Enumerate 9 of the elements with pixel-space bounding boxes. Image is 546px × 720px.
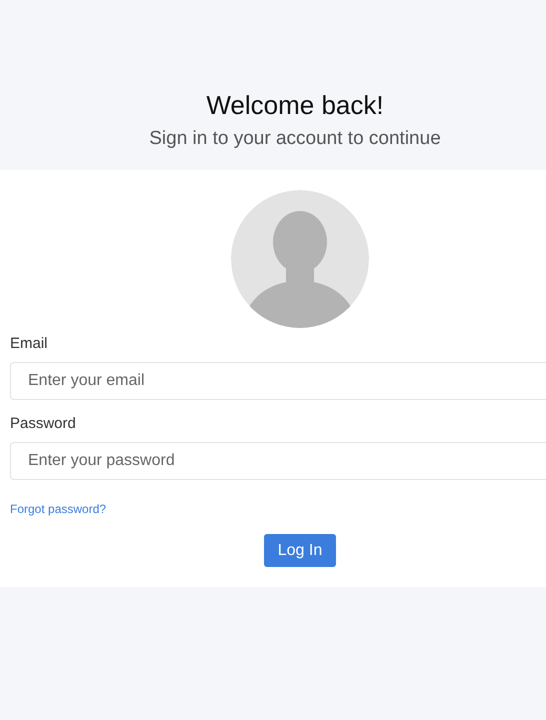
page-title: Welcome back!: [206, 89, 384, 122]
field-label: Email: [10, 334, 49, 354]
forgot-password-link[interactable]: Forgot password?: [10, 500, 106, 518]
page-subtitle: Sign in to your account to continue: [149, 127, 441, 151]
avatar-icon: [231, 190, 369, 328]
password-field[interactable]: Enter your password: [10, 442, 546, 480]
login-button[interactable]: Log In: [264, 534, 336, 567]
email-field[interactable]: Enter your email: [10, 362, 546, 400]
field-label: Password: [10, 414, 77, 434]
